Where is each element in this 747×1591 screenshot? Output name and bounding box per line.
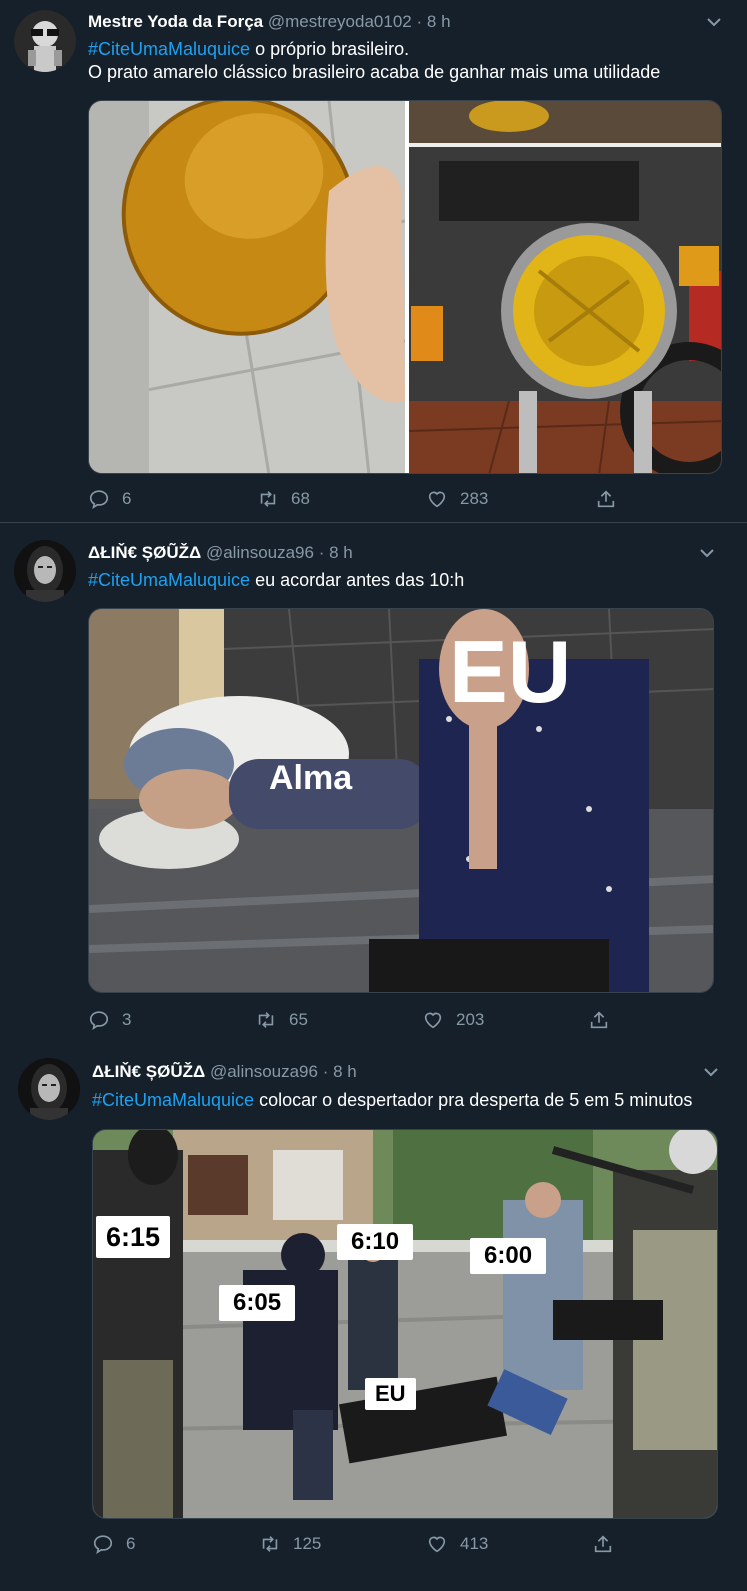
tweet-actions: 6 68 283 [88,488,722,514]
tweet-text-line1: eu acordar antes das 10:h [250,570,465,590]
tweet-3[interactable]: ΔŁIŇ€ ȘØŨŽΔ @alinsouza96 · 8 h #CiteUmaM… [0,1043,747,1591]
tweet-text: #CiteUmaMaluquice eu acordar antes das 1… [88,569,464,592]
reply-count: 6 [122,489,132,508]
reply-button[interactable]: 3 [88,1009,131,1031]
like-button[interactable]: 413 [426,1533,488,1555]
timestamp[interactable]: 8 h [329,543,353,562]
tweet-1[interactable]: Mestre Yoda da Força @mestreyoda0102 · 8… [0,0,747,522]
tweet-header: Mestre Yoda da Força @mestreyoda0102 · 8… [88,11,451,33]
reply-count: 6 [126,1534,136,1553]
retweet-button[interactable]: 68 [257,488,310,510]
tweet-actions: 3 65 203 [88,1009,714,1035]
avatar[interactable] [14,10,76,72]
user-handle[interactable]: @mestreyoda0102 [268,12,412,31]
meme-label-600: 6:00 [470,1238,547,1274]
tweet-media[interactable]: EU Alma [88,608,714,993]
media-photo-plate-and-motorcycle [89,101,721,473]
user-handle[interactable]: @alinsouza96 [206,543,314,562]
share-icon [597,490,615,508]
meme-label-eu: EU [365,1378,416,1410]
share-button[interactable] [595,488,617,510]
share-icon [590,1011,608,1029]
like-icon [424,1012,442,1029]
like-count: 203 [456,1010,485,1029]
display-name[interactable]: ΔŁIŇ€ ȘØŨŽΔ [92,1062,205,1081]
retweet-count: 68 [291,489,310,508]
tweet-text-line1: o próprio brasileiro. [250,39,410,59]
timestamp[interactable]: 8 h [427,12,451,31]
meme-label-610: 6:10 [337,1224,414,1260]
like-count: 413 [460,1534,489,1553]
reply-button[interactable]: 6 [88,488,131,510]
retweet-button[interactable]: 65 [255,1009,308,1031]
retweet-icon [258,1012,274,1028]
share-button[interactable] [592,1533,614,1555]
retweet-icon [262,1536,278,1552]
reply-icon [89,490,109,510]
avatar[interactable] [18,1058,80,1120]
like-count: 283 [460,489,489,508]
retweet-button[interactable]: 125 [259,1533,321,1555]
reply-count: 3 [122,1010,132,1029]
user-handle[interactable]: @alinsouza96 [210,1062,318,1081]
tweet-text-line2: O prato amarelo clássico brasileiro acab… [88,62,661,82]
tweet-text-line1: colocar o despertador pra desperta de 5 … [254,1090,693,1110]
like-button[interactable]: 283 [426,488,488,510]
separator: · [322,1062,329,1081]
meme-label-615: 6:15 [96,1216,171,1258]
tweet-media[interactable] [88,100,722,474]
display-name[interactable]: Mestre Yoda da Força [88,12,263,31]
retweet-icon [260,491,276,507]
media-photo-meme-street [93,1130,717,1518]
display-name[interactable]: ΔŁIŇ€ ȘØŨŽΔ [88,543,201,562]
like-button[interactable]: 203 [422,1009,484,1031]
tweet-media[interactable]: 6:15 6:10 6:00 6:05 EU [92,1129,718,1519]
share-icon [594,1535,612,1553]
tweet-text: #CiteUmaMaluquice o próprio brasileiro. … [88,38,660,84]
hashtag-link[interactable]: #CiteUmaMaluquice [88,39,250,59]
retweet-count: 125 [293,1534,322,1553]
media-photo-meme-bed [89,609,713,992]
reply-button[interactable]: 6 [92,1533,135,1555]
share-button[interactable] [588,1009,610,1031]
chevron-down-icon[interactable] [697,543,717,563]
avatar[interactable] [14,540,76,602]
tweet-2[interactable]: ΔŁIŇ€ ȘØŨŽΔ @alinsouza96 · 8 h #CiteUmaM… [0,523,747,1043]
meme-label-alma: Alma [269,759,353,797]
hashtag-link[interactable]: #CiteUmaMaluquice [92,1090,254,1110]
tweet-header: ΔŁIŇ€ ȘØŨŽΔ @alinsouza96 · 8 h [92,1061,357,1083]
reply-icon [89,1011,109,1031]
tweet-actions: 6 125 413 [92,1533,718,1559]
chevron-down-icon[interactable] [704,12,724,32]
reply-icon [93,1535,113,1555]
meme-label-eu: EU [449,622,572,721]
separator: · [318,543,325,562]
tweet-header: ΔŁIŇ€ ȘØŨŽΔ @alinsouza96 · 8 h [88,542,353,564]
retweet-count: 65 [289,1010,308,1029]
separator: · [416,12,423,31]
tweet-text: #CiteUmaMaluquice colocar o despertador … [92,1089,692,1112]
like-icon [428,491,446,508]
hashtag-link[interactable]: #CiteUmaMaluquice [88,570,250,590]
chevron-down-icon[interactable] [701,1062,721,1082]
like-icon [428,1536,446,1553]
timestamp[interactable]: 8 h [333,1062,357,1081]
meme-label-605: 6:05 [219,1285,296,1321]
